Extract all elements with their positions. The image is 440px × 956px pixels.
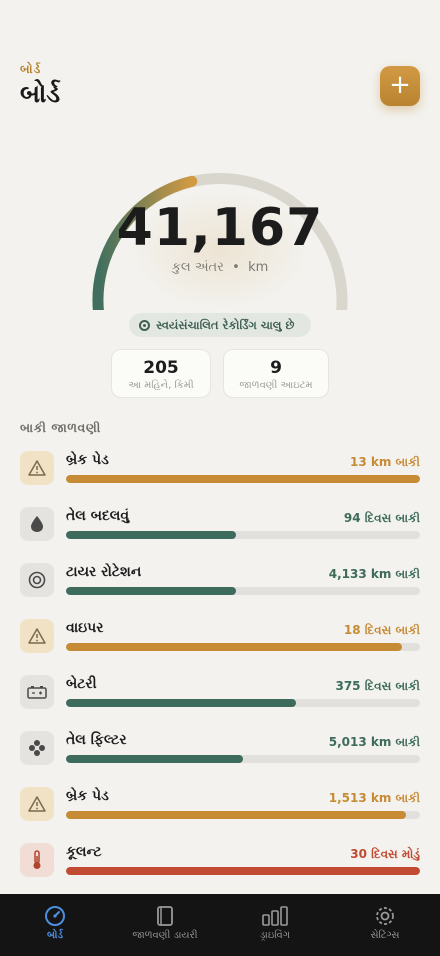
maintenance-item-remaining: 1,513 km બાકી	[328, 791, 420, 805]
auto-recording-status[interactable]: સ્વયંસંચાલિત રેકોર્ડિંગ ચાલુ છે	[129, 313, 311, 337]
warning-icon	[20, 787, 54, 821]
maintenance-progress-fill	[66, 755, 243, 763]
stat-month-km: 205 આ મહિને, કિમી	[111, 349, 211, 398]
maintenance-progress-track	[66, 755, 420, 763]
stat-value: 9	[270, 358, 282, 378]
gear-icon	[330, 904, 440, 928]
maintenance-progress-track	[66, 643, 420, 651]
stat-value: 205	[143, 358, 179, 378]
maintenance-item-remaining: 5,013 km બાકી	[328, 735, 420, 749]
plus-icon: +	[389, 70, 411, 100]
maintenance-item-remaining: 18 દિવસ બાકી	[343, 623, 420, 637]
maintenance-progress-fill	[66, 587, 236, 595]
maintenance-item-name: તેલ બદલવું	[66, 508, 130, 524]
maintenance-progress-fill	[66, 475, 420, 483]
page-title: બોર્ડ	[20, 79, 61, 108]
maintenance-item-name: બ્રેક પેડ	[66, 452, 109, 468]
maintenance-item[interactable]: કૂલન્ટ 30 દિવસ મોડું	[20, 843, 420, 883]
stat-maintenance-items: 9 જાળવણી આઇટમ	[223, 349, 329, 398]
add-button[interactable]: +	[380, 66, 420, 106]
maintenance-item[interactable]: વાઇપર 18 દિવસ બાકી	[20, 619, 420, 659]
section-title: બાકી જાળવણી	[20, 420, 101, 435]
battery-icon	[20, 675, 54, 709]
maintenance-progress-track	[66, 699, 420, 707]
stat-label: જાળવણી આઇટમ	[239, 380, 313, 391]
maintenance-item[interactable]: બેટરી 375 દિવસ બાકી	[20, 675, 420, 715]
maintenance-item[interactable]: બ્રેક પેડ 1,513 km બાકી	[20, 787, 420, 827]
maintenance-item-name: ટાયર રોટેશન	[66, 564, 142, 580]
maintenance-item-remaining: 375 દિવસ બાકી	[335, 679, 420, 693]
maintenance-progress-track	[66, 531, 420, 539]
maintenance-item-name: બ્રેક પેડ	[66, 788, 109, 804]
maintenance-progress-track	[66, 811, 420, 819]
tab-driving[interactable]: ડ્રાઇવિંગ	[220, 894, 330, 956]
maintenance-item-name: તેલ ફિલ્ટર	[66, 732, 127, 748]
drop-icon	[20, 507, 54, 541]
bars-icon	[220, 904, 330, 928]
gauge-icon	[0, 904, 110, 928]
tire-icon	[20, 563, 54, 597]
distance-label: કુલ અંતર	[171, 260, 224, 275]
maintenance-item[interactable]: તેલ ફિલ્ટર 5,013 km બાકી	[20, 731, 420, 771]
total-distance-value: 41,167	[116, 198, 324, 258]
tab-settings[interactable]: સેટિંગ્સ	[330, 894, 440, 956]
maintenance-item[interactable]: બ્રેક પેડ 13 km બાકી	[20, 451, 420, 491]
caption-separator: •	[228, 260, 249, 275]
warning-icon	[20, 451, 54, 485]
distance-unit: km	[248, 260, 269, 275]
tab-label: જાળવણી ડાયરી	[132, 930, 198, 941]
tab-bar: બોર્ડ જાળવણી ડાયરી ડ્રાઇવિંગ સેટિંગ્સ	[0, 894, 440, 956]
maintenance-progress-fill	[66, 643, 403, 651]
stat-label: આ મહિને, કિમી	[128, 380, 194, 391]
total-distance-caption: કુલ અંતર • km	[0, 260, 440, 275]
tab-label: સેટિંગ્સ	[370, 930, 400, 941]
maintenance-item-remaining: 13 km બાકી	[349, 455, 420, 469]
tab-label: બોર્ડ	[46, 930, 64, 941]
maintenance-item-remaining: 30 દિવસ મોડું	[350, 847, 420, 861]
header: બોર્ડ બોર્ડ	[20, 62, 60, 109]
filter-icon	[20, 731, 54, 765]
maintenance-progress-track	[66, 475, 420, 483]
maintenance-progress-fill	[66, 699, 297, 707]
maintenance-item-name: બેટરી	[66, 676, 97, 692]
book-icon	[110, 904, 220, 928]
maintenance-progress-fill	[66, 811, 406, 819]
maintenance-item-remaining: 94 દિવસ બાકી	[343, 511, 420, 525]
record-icon	[139, 319, 150, 331]
maintenance-progress-fill	[66, 867, 420, 875]
maintenance-item-name: કૂલન્ટ	[66, 844, 102, 860]
auto-recording-text: સ્વયંસંચાલિત રેકોર્ડિંગ ચાલુ છે	[156, 317, 295, 332]
tab-label: ડ્રાઇવિંગ	[259, 930, 291, 941]
maintenance-item-remaining: 4,133 km બાકી	[328, 567, 420, 581]
tab-maintenance-diary[interactable]: જાળવણી ડાયરી	[110, 894, 220, 956]
maintenance-item[interactable]: તેલ બદલવું 94 દિવસ બાકી	[20, 507, 420, 547]
maintenance-item-name: વાઇપર	[66, 620, 104, 636]
warning-icon	[20, 619, 54, 653]
maintenance-item[interactable]: ટાયર રોટેશન 4,133 km બાકી	[20, 563, 420, 603]
maintenance-progress-track	[66, 867, 420, 875]
maintenance-progress-track	[66, 587, 420, 595]
tab-board[interactable]: બોર્ડ	[0, 894, 110, 956]
page-eyebrow: બોર્ડ	[20, 62, 42, 76]
thermometer-icon	[20, 843, 54, 877]
maintenance-progress-fill	[66, 531, 236, 539]
